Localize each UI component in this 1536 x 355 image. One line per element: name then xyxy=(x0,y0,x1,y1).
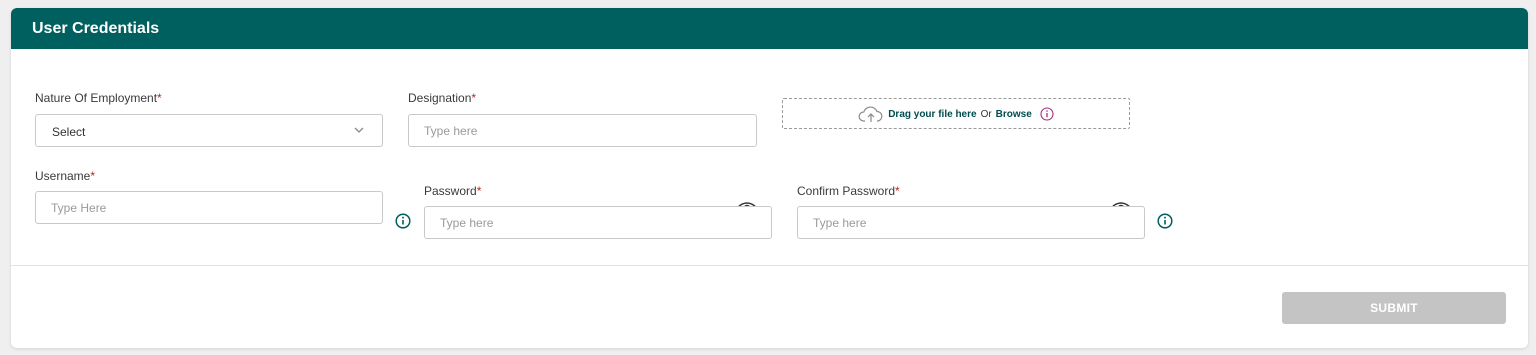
employment-select-value: Select xyxy=(52,125,86,139)
confirm-password-input[interactable] xyxy=(797,206,1145,239)
username-label-text: Username xyxy=(35,169,91,183)
required-mark: * xyxy=(895,184,900,198)
confirm-password-label: Confirm Password* xyxy=(797,184,900,198)
upload-or-text: Or xyxy=(980,108,992,120)
username-label: Username* xyxy=(35,169,95,183)
employment-label: Nature Of Employment* xyxy=(35,91,162,105)
password-label-text: Password xyxy=(424,184,477,198)
password-label: Password* xyxy=(424,184,481,198)
confirm-password-info-icon[interactable] xyxy=(1157,213,1173,229)
confirm-password-label-text: Confirm Password xyxy=(797,184,896,198)
file-upload-dropzone[interactable]: Drag your file here Or Browse xyxy=(782,98,1130,129)
card-header: User Credentials xyxy=(11,8,1528,49)
employment-select[interactable]: Select xyxy=(35,114,383,147)
username-info-icon[interactable] xyxy=(395,213,411,229)
required-mark: * xyxy=(471,91,477,105)
username-input[interactable] xyxy=(35,191,383,224)
info-icon[interactable] xyxy=(1040,107,1054,121)
required-mark: * xyxy=(90,169,96,183)
required-mark: * xyxy=(476,184,482,198)
employment-label-text: Nature Of Employment xyxy=(35,91,158,105)
upload-drag-text: Drag your file here xyxy=(888,108,977,120)
password-input[interactable] xyxy=(424,206,772,239)
designation-input[interactable] xyxy=(408,114,757,147)
user-credentials-card: User Credentials Nature Of Employment* S… xyxy=(11,8,1528,348)
designation-label: Designation* xyxy=(408,91,476,105)
footer-divider xyxy=(11,265,1528,266)
upload-content: Drag your file here Or Browse xyxy=(783,104,1129,124)
required-mark: * xyxy=(157,91,162,105)
upload-browse-link[interactable]: Browse xyxy=(996,109,1032,120)
chevron-down-icon xyxy=(354,127,364,133)
submit-button[interactable]: SUBMIT xyxy=(1282,292,1506,324)
card-title: User Credentials xyxy=(32,20,160,37)
cloud-upload-icon xyxy=(858,106,883,122)
designation-label-text: Designation xyxy=(408,91,472,105)
